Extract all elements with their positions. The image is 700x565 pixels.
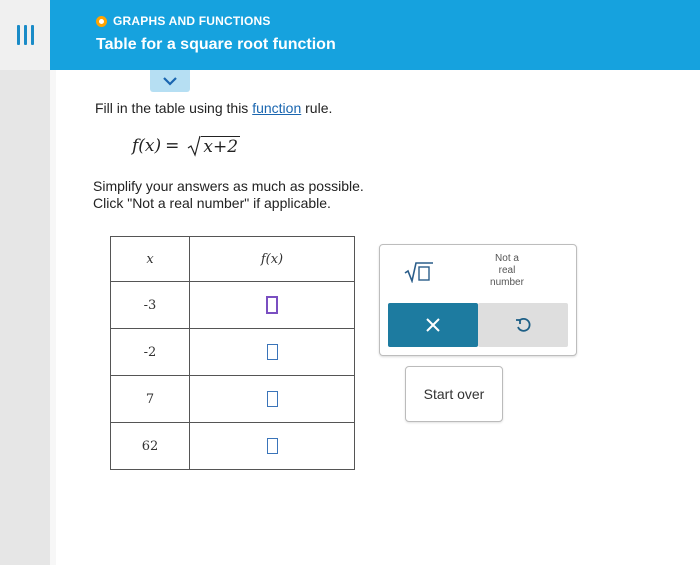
not-a-real-number-button[interactable]: Not a real number [452, 253, 562, 297]
header-bar [0, 0, 700, 70]
page-title: Table for a square root function [96, 36, 336, 53]
function-rule: f(x) = x+2 [132, 135, 241, 157]
collapse-button[interactable] [150, 70, 190, 92]
x-icon [426, 318, 440, 332]
fx-answer-cell[interactable] [189, 375, 355, 423]
clear-button[interactable] [388, 303, 478, 347]
x-value: 62 [110, 422, 190, 470]
table-row: 62 [110, 422, 355, 470]
table-row: 7 [110, 375, 355, 423]
fx-answer-cell[interactable] [189, 281, 355, 329]
square-root-button[interactable] [398, 257, 440, 287]
formula-radical: x+2 [187, 135, 241, 157]
x-value: -3 [110, 281, 190, 329]
value-table: x f(x) -3 -2 7 62 [110, 236, 355, 470]
side-strip [0, 0, 50, 565]
instruction-text: Fill in the table using this function ru… [95, 100, 332, 116]
function-link[interactable]: function [252, 100, 301, 116]
fx-answer-cell[interactable] [189, 328, 355, 376]
topic-heading: GRAPHS AND FUNCTIONS [96, 14, 271, 28]
formula-radicand: x+2 [201, 136, 241, 157]
formula-equals: = [165, 136, 180, 156]
simplify-instructions: Simplify your answers as much as possibl… [93, 178, 364, 212]
answer-input-active[interactable] [266, 296, 278, 314]
topic-label: GRAPHS AND FUNCTIONS [113, 14, 271, 28]
table-row: -3 [110, 281, 355, 329]
fx-answer-cell[interactable] [189, 422, 355, 470]
x-value: 7 [110, 375, 190, 423]
column-header-fx: f(x) [189, 236, 355, 282]
undo-icon [516, 317, 531, 332]
formula-lhs: f(x) [132, 136, 162, 156]
undo-button[interactable] [478, 303, 568, 347]
table-row: -2 [110, 328, 355, 376]
answer-keypad: Not a real number [379, 244, 577, 356]
simplify-line-1: Simplify your answers as much as possibl… [93, 178, 364, 194]
topic-status-icon [96, 15, 107, 27]
not-real-label-2: real [498, 265, 516, 276]
not-real-label-1: Not a [495, 253, 519, 264]
start-over-button[interactable]: Start over [405, 366, 503, 422]
column-header-x: x [110, 236, 190, 282]
answer-input[interactable] [266, 344, 278, 360]
instruction-prefix: Fill in the table using this [95, 100, 253, 116]
not-real-label-3: number [490, 277, 524, 288]
table-header-row: x f(x) [110, 236, 355, 282]
answer-input[interactable] [266, 391, 278, 407]
menu-button[interactable] [0, 0, 50, 70]
instruction-suffix: rule. [301, 100, 333, 116]
square-root-icon [404, 262, 433, 283]
radical-sign-icon [188, 135, 201, 157]
x-value: -2 [110, 328, 190, 376]
simplify-line-2: Click "Not a real number" if applicable. [93, 195, 331, 211]
menu-icon [16, 25, 34, 45]
chevron-down-icon [163, 76, 177, 86]
answer-input[interactable] [266, 438, 278, 454]
